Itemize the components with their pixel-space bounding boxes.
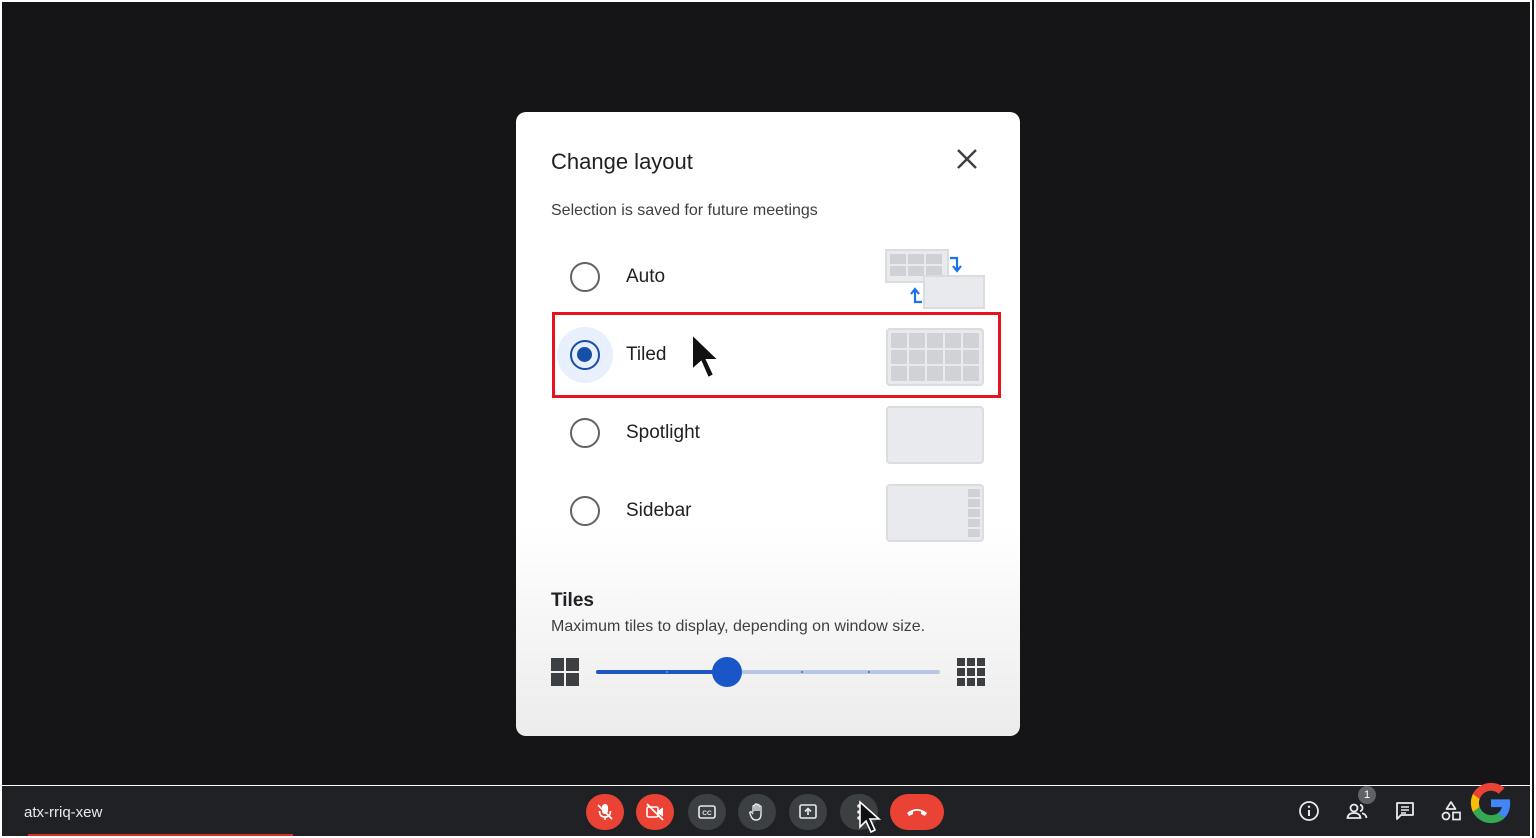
change-layout-dialog: Change layout Selection is saved for fut… xyxy=(516,112,1020,736)
raise-hand-button[interactable] xyxy=(738,794,776,830)
activities-button[interactable] xyxy=(1438,798,1464,824)
window-edge xyxy=(1530,0,1536,838)
tiles-title: Tiles xyxy=(551,590,594,611)
info-icon xyxy=(1299,801,1319,821)
option-label-auto: Auto xyxy=(626,266,666,287)
mouse-cursor-icon xyxy=(691,332,722,380)
fewer-tiles-icon xyxy=(551,658,579,686)
slider-tick xyxy=(666,671,668,673)
present-button[interactable] xyxy=(789,794,827,830)
meeting-control-bar: atx-rriq-xew CC 1 xyxy=(2,782,1530,836)
slider-thumb[interactable] xyxy=(711,657,742,687)
secondary-cursor-icon xyxy=(859,800,882,834)
chat-icon xyxy=(1396,802,1414,820)
more-tiles-icon xyxy=(957,658,985,686)
layout-option-auto[interactable]: Auto xyxy=(552,238,1000,314)
option-label-spotlight: Spotlight xyxy=(626,422,700,443)
radio-spotlight[interactable] xyxy=(570,418,600,448)
radio-auto[interactable] xyxy=(570,262,600,292)
meeting-info-button[interactable] xyxy=(1296,798,1322,824)
meeting-code: atx-rriq-xew xyxy=(24,804,103,821)
tiles-slider[interactable] xyxy=(596,657,940,687)
activities-icon xyxy=(1441,801,1461,821)
sidebar-layout-icon xyxy=(886,484,984,542)
dialog-subtitle: Selection is saved for future meetings xyxy=(551,202,818,219)
highlight-annotation xyxy=(552,312,1001,398)
captions-icon: CC xyxy=(698,805,716,819)
end-call-button[interactable] xyxy=(890,794,944,830)
chat-button[interactable] xyxy=(1392,798,1418,824)
raise-hand-icon xyxy=(749,803,762,821)
microphone-button[interactable] xyxy=(586,794,624,830)
slider-fill xyxy=(596,670,727,674)
camera-off-icon xyxy=(646,803,664,821)
close-button[interactable] xyxy=(953,145,981,173)
camera-button[interactable] xyxy=(636,794,674,830)
radio-sidebar[interactable] xyxy=(570,496,600,526)
auto-layout-icon xyxy=(885,249,985,309)
layout-option-sidebar[interactable]: Sidebar xyxy=(552,472,1000,548)
svg-text:CC: CC xyxy=(702,810,712,817)
spotlight-layout-icon xyxy=(886,406,984,464)
tiles-description: Maximum tiles to display, depending on w… xyxy=(551,618,926,635)
close-icon xyxy=(957,149,977,169)
google-logo xyxy=(1470,782,1511,824)
captions-button[interactable]: CC xyxy=(688,794,726,830)
slider-tick xyxy=(801,671,803,673)
end-call-icon xyxy=(907,809,927,816)
present-icon xyxy=(799,804,817,819)
layout-option-spotlight[interactable]: Spotlight xyxy=(552,394,1000,470)
progress-underline xyxy=(28,834,293,836)
participant-count-badge: 1 xyxy=(1358,786,1376,804)
dialog-title: Change layout xyxy=(551,149,693,174)
option-label-sidebar: Sidebar xyxy=(626,500,692,521)
slider-tick xyxy=(868,671,870,673)
mic-off-icon xyxy=(597,804,613,820)
